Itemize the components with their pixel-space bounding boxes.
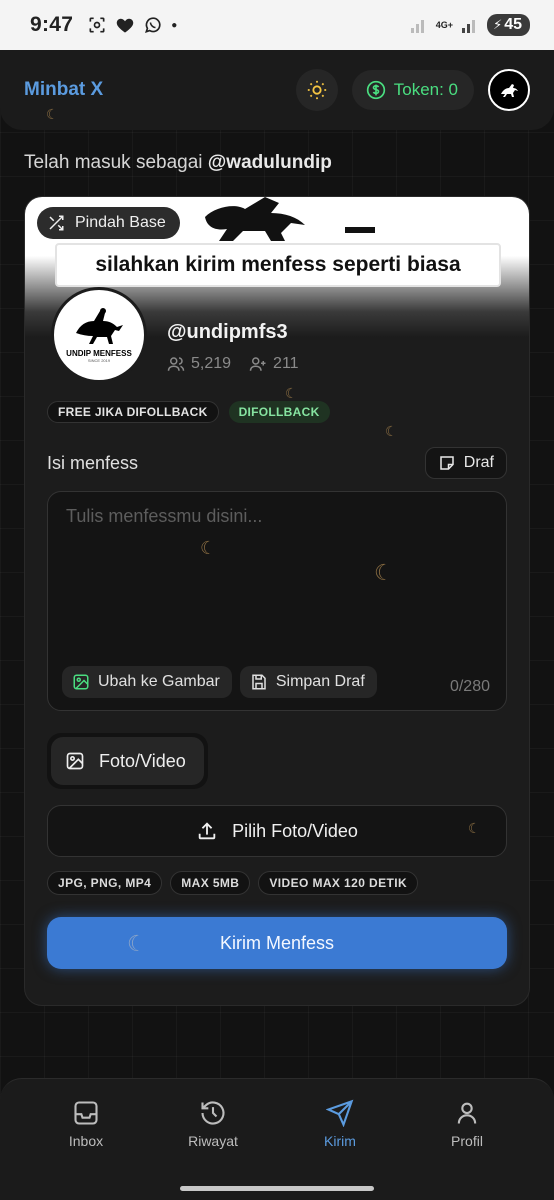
banner-silhouette-icon: [205, 197, 375, 241]
user-plus-icon: [249, 357, 266, 371]
screenshot-icon: [89, 17, 105, 33]
textarea-placeholder: Tulis menfessmu disini...: [66, 506, 263, 526]
draft-button-label: Draf: [463, 454, 494, 471]
following-stat: 211: [249, 355, 299, 373]
image-edit-icon: [73, 674, 89, 690]
pick-media-button[interactable]: Pilih Foto/Video ☾: [47, 805, 507, 857]
switch-base-label: Pindah Base: [75, 214, 166, 231]
inbox-icon: [74, 1101, 98, 1125]
nav-inbox-label: Inbox: [68, 1133, 104, 1149]
nav-item-inbox[interactable]: Inbox: [36, 1099, 136, 1149]
status-bar: 9:47 ● 4G+ ⚡ 45: [0, 0, 554, 50]
history-icon: [201, 1101, 225, 1125]
heart-icon: [116, 18, 134, 33]
app-header: Minbat X Token: 0: [0, 50, 554, 130]
home-indicator[interactable]: [180, 1186, 374, 1191]
moon-decoration-icon: ☾: [200, 538, 217, 558]
tab-photo-video[interactable]: Foto/Video: [51, 737, 204, 785]
nav-history-label: Riwayat: [188, 1133, 238, 1149]
nav-item-history[interactable]: Riwayat: [163, 1099, 263, 1149]
base-avatar: UNDIP MENFESS SINCE 2019: [51, 287, 147, 383]
notification-dot-icon: ●: [171, 19, 178, 31]
signal-icon: [410, 20, 424, 33]
base-stats: 5,219 211: [167, 355, 299, 373]
switch-base-button[interactable]: Pindah Base: [37, 207, 180, 239]
theme-toggle-button[interactable]: [295, 69, 338, 111]
base-handle: @undipmfs3: [167, 321, 288, 343]
logged-in-info: Telah masuk sebagai @wadulundip: [24, 152, 332, 174]
pick-media-label: Pilih Foto/Video: [232, 820, 358, 841]
users-icon: [167, 357, 185, 371]
app-title[interactable]: Minbat X: [24, 79, 103, 101]
token-balance[interactable]: Token: 0: [351, 70, 474, 110]
avatar-label: UNDIP MENFESS: [66, 349, 132, 358]
followers-count: 5,219: [191, 355, 232, 372]
whatsapp-icon: [145, 17, 161, 33]
send-icon: [326, 1099, 354, 1127]
format-types-badge: JPG, PNG, MP4: [47, 871, 163, 895]
moon-decoration-icon: ☾: [127, 931, 147, 956]
menfess-card: silahkan kirim menfess seperti biasa Pin…: [24, 196, 530, 1006]
nav-profile-label: Profil: [451, 1133, 483, 1149]
tab-photo-video-label: Foto/Video: [99, 750, 186, 771]
draft-button[interactable]: Draf: [424, 447, 507, 479]
sun-icon: [307, 80, 326, 100]
content-label: Isi menfess: [47, 453, 139, 473]
convert-to-image-label: Ubah ke Gambar: [98, 673, 220, 690]
logged-in-username: @wadulundip: [207, 152, 332, 173]
battery-indicator: ⚡ 45: [487, 14, 530, 36]
logged-in-prefix: Telah masuk sebagai: [24, 152, 208, 173]
network-type: 4G+: [435, 19, 454, 30]
user-icon: [457, 1102, 477, 1124]
video-duration-badge: VIDEO MAX 120 DETIK: [258, 871, 419, 895]
submit-menfess-label: Kirim Menfess: [219, 932, 335, 953]
menfess-textarea[interactable]: Tulis menfessmu disini... ☾ ☾ Ubah ke Ga…: [47, 491, 507, 711]
moon-decoration-icon: ☾: [46, 106, 59, 122]
save-icon: [252, 674, 266, 690]
nav-item-profile[interactable]: Profil: [417, 1099, 517, 1149]
nav-send-label: Kirim: [324, 1133, 356, 1149]
signal-icon-2: [462, 20, 476, 33]
upload-icon: [198, 822, 216, 840]
user-avatar[interactable]: [488, 69, 530, 111]
format-info: JPG, PNG, MP4 MAX 5MB VIDEO MAX 120 DETI…: [47, 871, 419, 895]
bottom-navigation: Inbox Riwayat Kirim Profil: [0, 1078, 554, 1200]
logo-avatar-icon: [501, 84, 518, 97]
shuffle-icon: [49, 215, 64, 231]
dollar-icon: [366, 80, 385, 100]
status-time: 9:47: [30, 13, 74, 36]
submit-menfess-button[interactable]: ☾ Kirim Menfess: [47, 917, 507, 969]
moon-decoration-icon: ☾: [374, 560, 394, 585]
media-tabs: Foto/Video: [47, 733, 208, 789]
token-label: Token: 0: [393, 80, 458, 99]
max-size-badge: MAX 5MB: [170, 871, 251, 895]
avatar-sublabel: SINCE 2019: [87, 358, 111, 363]
convert-to-image-button[interactable]: Ubah ke Gambar: [62, 666, 232, 698]
moon-decoration-icon: ☾: [468, 820, 481, 836]
free-followback-badge: FREE JIKA DIFOLLBACK: [47, 401, 219, 423]
followback-badge: DIFOLLBACK: [228, 401, 330, 423]
banner-caption: silahkan kirim menfess seperti biasa: [55, 243, 501, 287]
battery-level: 45: [504, 16, 522, 33]
horse-rider-logo-icon: [76, 308, 123, 344]
moon-decoration-icon: ☾: [385, 423, 398, 439]
charging-icon: ⚡: [493, 17, 503, 32]
save-draft-label: Simpan Draf: [275, 673, 365, 690]
char-counter: 0/280: [449, 678, 490, 695]
base-badges: FREE JIKA DIFOLLBACK DIFOLLBACK: [47, 401, 330, 423]
followers-stat: 5,219: [167, 355, 231, 373]
moon-decoration-icon: ☾: [285, 385, 298, 401]
following-count: 211: [273, 355, 299, 372]
save-draft-button[interactable]: Simpan Draf: [239, 666, 377, 698]
image-icon: [66, 752, 84, 770]
sticky-note-icon: [440, 456, 454, 470]
nav-item-send[interactable]: Kirim: [290, 1099, 390, 1149]
